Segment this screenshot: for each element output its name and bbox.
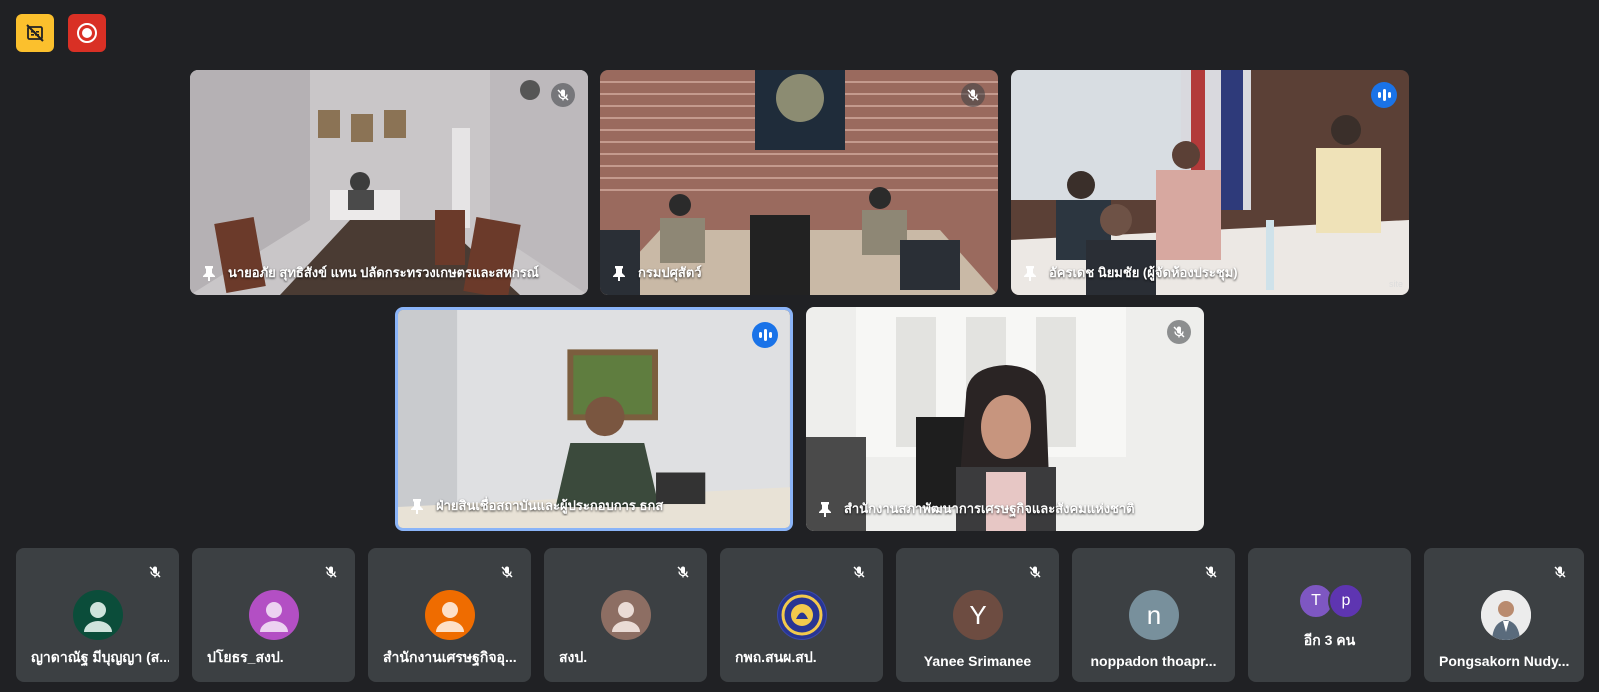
participant-tile[interactable]: ญาดาณัฐ มีบุญญา (ส...: [16, 548, 179, 682]
video-tile[interactable]: นายอภัย สุทธิสังข์ แทน ปลัดกระทรวงเกษตรแ…: [190, 70, 588, 295]
mic-off-icon: [1023, 560, 1047, 584]
avatar-initial: n: [1146, 599, 1162, 630]
participant-tile[interactable]: Pongsakorn Nudy...: [1424, 548, 1584, 682]
participant-name: กพถ.สนผ.สป.: [735, 649, 817, 665]
more-participants-tile[interactable]: T p อีก 3 คน: [1248, 548, 1411, 682]
speaking-indicator-icon: [1371, 82, 1397, 108]
participant-name: นายอภัย สุทธิสังข์ แทน ปลัดกระทรวงเกษตรแ…: [202, 262, 576, 283]
person-icon: [612, 602, 640, 632]
video-tile[interactable]: สำนักงานสภาพัฒนาการเศรษฐกิจและสังคมแห่งช…: [806, 307, 1204, 531]
participant-tile[interactable]: Y Yanee Srimanee: [896, 548, 1059, 682]
avatar: [73, 590, 123, 640]
pin-icon[interactable]: [202, 265, 216, 281]
person-icon: [260, 602, 288, 632]
video-tile[interactable]: กรมปศุสัตว์: [600, 70, 998, 295]
mic-off-icon: [143, 560, 167, 584]
mic-off-icon: [551, 83, 575, 107]
mic-off-icon: [1548, 560, 1572, 584]
mic-off-icon: [1167, 320, 1191, 344]
mic-off-icon: [495, 560, 519, 584]
participant-name-text: สำนักงานสภาพัฒนาการเศรษฐกิจและสังคมแห่งช…: [844, 501, 1135, 516]
pin-icon[interactable]: [1023, 265, 1037, 281]
speaking-indicator-icon: [752, 322, 778, 348]
avatar: [1481, 590, 1531, 640]
avatar: [601, 590, 651, 640]
person-icon: [436, 602, 464, 632]
participant-name: ฝ่ายสินเชื่อสถาบันและผู้ประกอบการ ธกส: [410, 495, 778, 516]
participant-name: สำนักงานสภาพัฒนาการเศรษฐกิจและสังคมแห่งช…: [818, 498, 1192, 519]
emblem-icon: [778, 591, 826, 639]
recording-indicator-button[interactable]: [68, 14, 106, 52]
participant-tile[interactable]: สงป.: [544, 548, 707, 682]
video-tile[interactable]: อัครเดช นิยมชัย (ผู้จัดห้องประชุม) site: [1011, 70, 1409, 295]
mic-off-icon: [961, 83, 985, 107]
avatar-initial: Y: [969, 599, 987, 630]
participant-name-text: กรมปศุสัตว์: [638, 265, 702, 280]
participant-name: สงป.: [559, 649, 588, 665]
avatar: [777, 590, 827, 640]
recording-icon: [77, 23, 97, 43]
mic-off-icon: [1199, 560, 1223, 584]
mic-off-icon: [671, 560, 695, 584]
participant-name-text: ฝ่ายสินเชื่อสถาบันและผู้ประกอบการ ธกส: [436, 498, 664, 513]
participant-name: อัครเดช นิยมชัย (ผู้จัดห้องประชุม): [1023, 262, 1397, 283]
mic-off-icon: [847, 560, 871, 584]
pin-icon[interactable]: [818, 501, 832, 517]
participant-name: Pongsakorn Nudy...: [1439, 653, 1570, 669]
avatar-initial: p: [1341, 592, 1351, 609]
participant-name: กรมปศุสัตว์: [612, 262, 986, 283]
participant-tile[interactable]: n noppadon thoapr...: [1072, 548, 1235, 682]
pin-icon[interactable]: [612, 265, 626, 281]
participant-tile[interactable]: ปโยธร_สงป.: [192, 548, 355, 682]
avatar: [425, 590, 475, 640]
person-icon: [84, 602, 112, 632]
mic-off-icon: [319, 560, 343, 584]
participant-tile[interactable]: สำนักงานเศรษฐกิจอุ...: [368, 548, 531, 682]
participant-name-text: อัครเดช นิยมชัย (ผู้จัดห้องประชุม): [1049, 265, 1238, 280]
participant-name: noppadon thoapr...: [1090, 653, 1217, 669]
captions-off-button[interactable]: [16, 14, 54, 52]
video-tile-active[interactable]: ฝ่ายสินเชื่อสถาบันและผู้ประกอบการ ธกส: [395, 307, 793, 531]
photo-avatar: [1481, 590, 1531, 640]
captions-off-icon: [26, 24, 44, 42]
pin-icon[interactable]: [410, 498, 424, 514]
avatar: [249, 590, 299, 640]
avatar: p: [1328, 583, 1364, 619]
participant-name: ญาดาณัฐ มีบุญญา (ส...: [31, 649, 169, 665]
avatar: Y: [953, 590, 1003, 640]
participant-name: ปโยธร_สงป.: [207, 649, 284, 665]
participant-tile[interactable]: กพถ.สนผ.สป.: [720, 548, 883, 682]
participant-name: Yanee Srimanee: [923, 653, 1032, 669]
more-participants-count: อีก 3 คน: [1303, 632, 1356, 648]
video-watermark: site: [1388, 279, 1403, 289]
participant-name-text: นายอภัย สุทธิสังข์ แทน ปลัดกระทรวงเกษตรแ…: [228, 265, 539, 280]
avatar-initial: T: [1311, 592, 1321, 609]
participant-name: สำนักงานเศรษฐกิจอุ...: [383, 649, 517, 665]
avatar: n: [1129, 590, 1179, 640]
